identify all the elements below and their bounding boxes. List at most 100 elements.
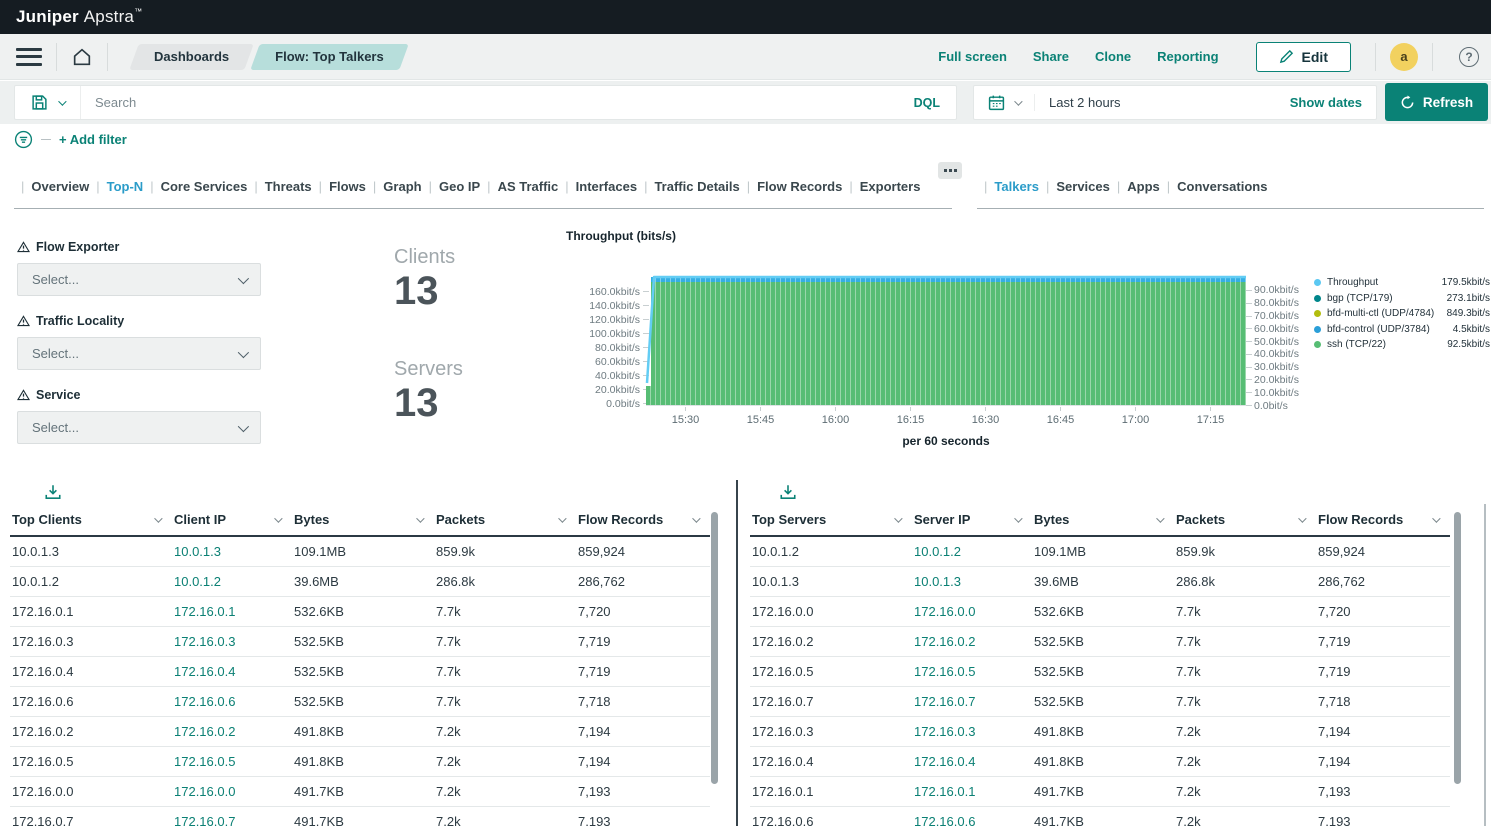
server-ip-link[interactable]: 172.16.0.3 (912, 724, 1032, 739)
sub-tab[interactable]: Apps (1110, 179, 1160, 194)
main-tab[interactable]: Graph (366, 179, 422, 194)
page-scrollbar[interactable] (1484, 504, 1486, 826)
show-dates-link[interactable]: Show dates (1290, 95, 1362, 110)
server-ip-link[interactable]: 172.16.0.6 (912, 814, 1032, 826)
packets-cell: 7.7k (434, 634, 576, 649)
client-ip-link[interactable]: 172.16.0.0 (172, 784, 292, 799)
table-scrollbar[interactable] (1454, 512, 1461, 784)
filter-select[interactable]: Select... (17, 411, 261, 444)
legend-item[interactable]: Throughput 179.5kbit/s (1314, 277, 1490, 288)
legend-label: Throughput (1327, 277, 1438, 288)
column-header[interactable]: Bytes (1032, 512, 1174, 527)
filter-select[interactable]: Select... (17, 337, 261, 370)
column-header[interactable]: Server IP (912, 512, 1032, 527)
packets-cell: 7.7k (1174, 664, 1316, 679)
filter-icon[interactable] (14, 130, 33, 149)
header-action-link[interactable]: Clone (1095, 49, 1131, 64)
bytes-cell: 532.5KB (1032, 634, 1174, 649)
sub-tab[interactable]: Talkers (977, 179, 1039, 194)
add-filter-button[interactable]: + Add filter (59, 132, 127, 147)
edit-button[interactable]: Edit (1256, 42, 1351, 72)
download-icon[interactable] (779, 483, 797, 501)
client-ip-link[interactable]: 172.16.0.2 (172, 724, 292, 739)
client-ip-link[interactable]: 10.0.1.2 (172, 574, 292, 589)
dql-toggle[interactable]: DQL (914, 96, 956, 110)
column-header[interactable]: Flow Records (1316, 512, 1450, 527)
refresh-button[interactable]: Refresh (1385, 83, 1488, 121)
main-tab[interactable]: Top-N (89, 179, 143, 194)
menu-icon[interactable] (16, 48, 42, 66)
header-action-link[interactable]: Reporting (1157, 49, 1218, 64)
column-header[interactable]: Flow Records (576, 512, 710, 527)
header-action-link[interactable]: Share (1033, 49, 1069, 64)
main-tab[interactable]: AS Traffic (480, 179, 558, 194)
legend-item[interactable]: ssh (TCP/22) 92.5kbit/s (1314, 339, 1490, 350)
client-ip-link[interactable]: 172.16.0.4 (172, 664, 292, 679)
filter-select[interactable]: Select... (17, 263, 261, 296)
legend-item[interactable]: bfd-multi-ctl (UDP/4784) 849.3bit/s (1314, 308, 1490, 319)
main-tab[interactable]: Threats (247, 179, 311, 194)
download-icon[interactable] (44, 483, 62, 501)
client-ip-link[interactable]: 172.16.0.1 (172, 604, 292, 619)
table-scrollbar[interactable] (711, 512, 718, 784)
breadcrumb-tab[interactable]: Dashboards (134, 44, 249, 70)
server-ip-link[interactable]: 172.16.0.0 (912, 604, 1032, 619)
axis-tick-label: 10.0kbit/s (1254, 387, 1299, 399)
server-ip-link[interactable]: 172.16.0.4 (912, 754, 1032, 769)
client-ip-link[interactable]: 10.0.1.3 (172, 544, 292, 559)
main-tab[interactable]: Geo IP (422, 179, 481, 194)
server-ip-link[interactable]: 172.16.0.2 (912, 634, 1032, 649)
main-tab[interactable]: Flows (312, 179, 366, 194)
server-ip-link[interactable]: 172.16.0.7 (912, 694, 1032, 709)
sub-tab[interactable]: Services (1039, 179, 1110, 194)
column-header[interactable]: Top Servers (750, 512, 912, 527)
column-header[interactable]: Client IP (172, 512, 292, 527)
legend-item[interactable]: bgp (TCP/179) 273.1bit/s (1314, 293, 1490, 304)
chevron-down-icon (238, 272, 249, 283)
more-options-button[interactable] (938, 162, 962, 179)
header-action-link[interactable]: Full screen (938, 49, 1007, 64)
tick-mark (1246, 303, 1252, 304)
bytes-cell: 491.7KB (292, 814, 434, 826)
home-icon[interactable] (71, 46, 93, 68)
flow-records-cell: 7,194 (576, 754, 710, 769)
saved-queries-control[interactable] (15, 86, 81, 119)
client-ip-link[interactable]: 172.16.0.7 (172, 814, 292, 826)
time-range-picker[interactable]: Last 2 hours Show dates (973, 85, 1377, 120)
server-ip-link[interactable]: 172.16.0.5 (912, 664, 1032, 679)
main-tab[interactable]: Core Services (143, 179, 247, 194)
flow-records-cell: 7,720 (1316, 604, 1450, 619)
chart-x-axis: 15:3015:4516:0016:1516:3016:4517:0017:15 (648, 407, 1248, 426)
client-ip-link[interactable]: 172.16.0.3 (172, 634, 292, 649)
tick-mark (1246, 354, 1252, 355)
main-tab[interactable]: Interfaces (558, 179, 637, 194)
server-cell: 172.16.0.2 (750, 634, 912, 649)
calendar-control[interactable] (988, 94, 1035, 111)
main-tab[interactable]: Flow Records (740, 179, 843, 194)
main-tab[interactable]: Overview (14, 179, 89, 194)
axis-tick-label: 70.0kbit/s (1254, 310, 1299, 322)
breadcrumb-tab[interactable]: Flow: Top Talkers (255, 44, 404, 70)
legend-item[interactable]: bfd-control (UDP/3784) 4.5kbit/s (1314, 324, 1490, 335)
client-ip-link[interactable]: 172.16.0.5 (172, 754, 292, 769)
axis-tick-label: 80.0kbit/s (595, 342, 640, 354)
column-header[interactable]: Bytes (292, 512, 434, 527)
bytes-cell: 39.6MB (292, 574, 434, 589)
help-icon[interactable]: ? (1459, 47, 1479, 67)
legend-value: 92.5kbit/s (1447, 339, 1490, 350)
server-ip-link[interactable]: 172.16.0.1 (912, 784, 1032, 799)
search-input[interactable] (81, 95, 914, 110)
sub-tab[interactable]: Conversations (1160, 179, 1268, 194)
client-ip-link[interactable]: 172.16.0.6 (172, 694, 292, 709)
main-tab[interactable]: Exporters (842, 179, 920, 194)
tables-divider (736, 480, 738, 826)
column-header[interactable]: Top Clients (10, 512, 172, 527)
main-tab[interactable]: Traffic Details (637, 179, 740, 194)
server-ip-link[interactable]: 10.0.1.2 (912, 544, 1032, 559)
column-header[interactable]: Packets (434, 512, 576, 527)
bytes-cell: 491.7KB (292, 784, 434, 799)
column-header[interactable]: Packets (1174, 512, 1316, 527)
packets-cell: 7.2k (434, 724, 576, 739)
user-avatar[interactable]: a (1390, 43, 1418, 71)
server-ip-link[interactable]: 10.0.1.3 (912, 574, 1032, 589)
